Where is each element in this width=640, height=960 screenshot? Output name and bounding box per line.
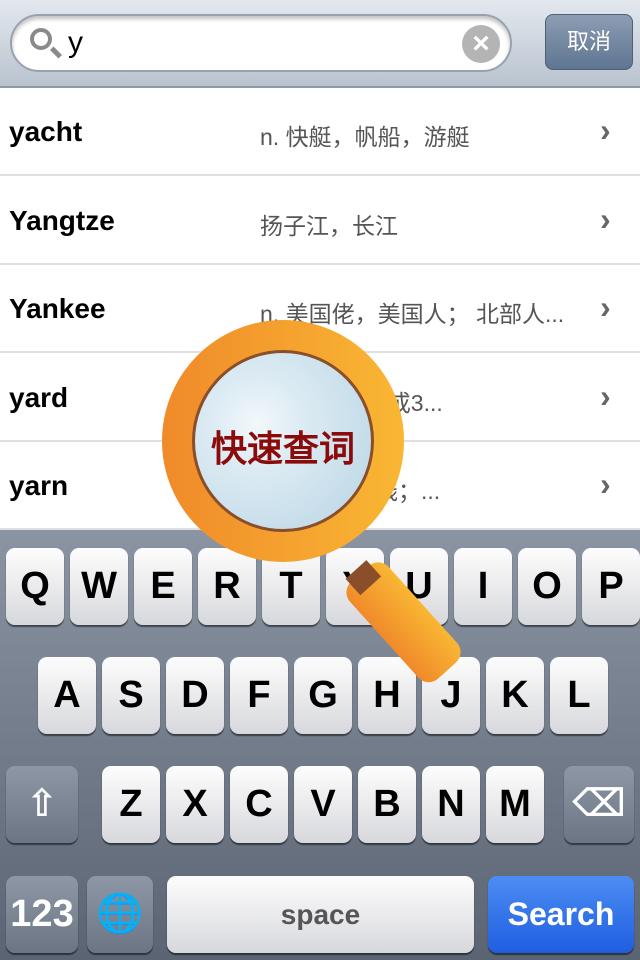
search-icon	[30, 28, 52, 50]
chevron-right-icon: ›	[600, 377, 611, 414]
search-header: × 取消	[0, 0, 640, 88]
key-m[interactable]: M	[486, 766, 544, 843]
key-n[interactable]: N	[422, 766, 480, 843]
cancel-button[interactable]: 取消	[545, 14, 633, 70]
key-t[interactable]: T	[262, 548, 320, 625]
search-input[interactable]	[68, 24, 458, 62]
keyboard: Q W E R T Y U I O P A S D F G H J K L Z X C V B N M ⇧ ⌫ 123 🌐 space Sea…	[0, 530, 640, 960]
key-u[interactable]: U	[390, 548, 448, 625]
key-i[interactable]: I	[454, 548, 512, 625]
result-word: Yankee	[9, 293, 106, 324]
result-row[interactable]: yarn （尤指）毛线；... ›	[0, 442, 640, 530]
result-definition: 扬子江，长江	[260, 212, 398, 239]
key-j[interactable]: J	[422, 657, 480, 734]
key-b[interactable]: B	[358, 766, 416, 843]
result-word: yarn	[9, 470, 69, 501]
result-row[interactable]: Yankee n. 美国佬，美国人； 北部人... ›	[0, 265, 640, 353]
key-x[interactable]: X	[166, 766, 224, 843]
globe-icon[interactable]: 🌐	[87, 876, 153, 953]
result-definition: （等于3英尺或3...	[260, 389, 443, 416]
result-word: yard	[9, 381, 69, 413]
key-a[interactable]: A	[38, 657, 96, 734]
key-z[interactable]: Z	[102, 766, 160, 843]
clear-icon[interactable]: ×	[462, 25, 500, 63]
result-word: Yangtze	[9, 204, 115, 236]
result-row[interactable]: yacht n. 快艇，帆船，游艇 ›	[0, 88, 640, 176]
key-q[interactable]: Q	[6, 548, 64, 625]
search-key[interactable]: Search	[488, 876, 634, 953]
key-o[interactable]: O	[518, 548, 576, 625]
key-h[interactable]: H	[358, 657, 416, 734]
result-definition: （尤指）毛线；...	[260, 478, 441, 504]
space-key[interactable]: space	[167, 876, 474, 953]
key-c[interactable]: C	[230, 766, 288, 843]
chevron-right-icon: ›	[600, 466, 611, 502]
result-word: yacht	[9, 116, 83, 147]
key-e[interactable]: E	[134, 548, 192, 625]
result-row[interactable]: yard （等于3英尺或3... ›	[0, 354, 640, 442]
key-f[interactable]: F	[230, 657, 288, 734]
key-w[interactable]: W	[70, 548, 128, 625]
numbers-key[interactable]: 123	[6, 876, 78, 953]
key-g[interactable]: G	[294, 657, 352, 734]
search-field[interactable]: ×	[10, 14, 512, 72]
key-p[interactable]: P	[582, 548, 640, 625]
key-l[interactable]: L	[550, 657, 608, 734]
backspace-icon[interactable]: ⌫	[564, 766, 634, 843]
result-definition: n. 美国佬，美国人； 北部人...	[260, 301, 565, 327]
chevron-right-icon: ›	[600, 289, 611, 325]
key-d[interactable]: D	[166, 657, 224, 734]
shift-icon[interactable]: ⇧	[6, 766, 78, 843]
result-definition: n. 快艇，帆船，游艇	[260, 124, 470, 150]
chevron-right-icon: ›	[600, 112, 611, 148]
chevron-right-icon: ›	[600, 200, 611, 237]
key-r[interactable]: R	[198, 548, 256, 625]
key-v[interactable]: V	[294, 766, 352, 843]
key-k[interactable]: K	[486, 657, 544, 734]
key-s[interactable]: S	[102, 657, 160, 734]
key-y[interactable]: Y	[326, 548, 384, 625]
result-row[interactable]: Yangtze 扬子江，长江 ›	[0, 177, 640, 265]
